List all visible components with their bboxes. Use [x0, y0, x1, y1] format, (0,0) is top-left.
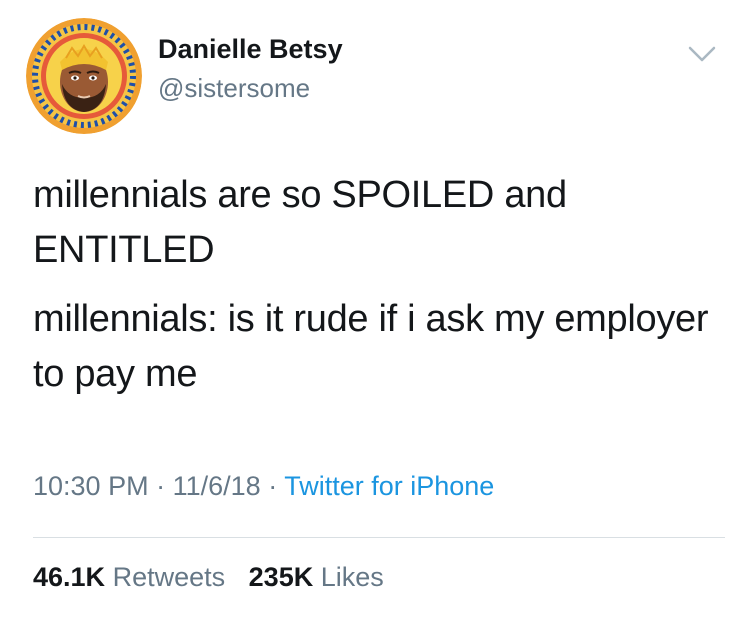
more-options-chevron-down-icon[interactable] [680, 38, 724, 72]
avatar[interactable] [26, 18, 142, 134]
tweet-text: millennials are so SPOILED and ENTITLED … [33, 168, 713, 402]
author-handle[interactable]: @sistersome [158, 73, 310, 104]
tweet-source-link[interactable]: Twitter for iPhone [284, 471, 494, 501]
author-display-name[interactable]: Danielle Betsy [158, 34, 343, 65]
retweets-stat[interactable]: 46.1K Retweets [33, 562, 233, 592]
retweets-label: Retweets [112, 562, 226, 592]
divider [33, 537, 725, 538]
meta-separator: · [156, 471, 166, 501]
tweet-stats: 46.1K Retweets 235K Likes [33, 562, 384, 593]
tweet-date[interactable]: 11/6/18 [173, 471, 261, 501]
tweet-text-paragraph: millennials: is it rude if i ask my empl… [33, 298, 709, 395]
tweet-time[interactable]: 10:30 PM [33, 471, 149, 501]
meta-separator: · [268, 471, 278, 501]
tweet-text-paragraph: millennials are so SPOILED and ENTITLED [33, 174, 567, 271]
retweets-count: 46.1K [33, 562, 106, 592]
tweet-meta: 10:30 PM · 11/6/18 · Twitter for iPhone [33, 471, 494, 502]
cartoon-portrait-avatar-icon [26, 18, 142, 134]
likes-label: Likes [320, 562, 384, 592]
likes-count: 235K [248, 562, 314, 592]
tweet-card: Danielle Betsy @sistersome millennials a… [0, 0, 736, 617]
likes-stat[interactable]: 235K Likes [249, 562, 384, 592]
